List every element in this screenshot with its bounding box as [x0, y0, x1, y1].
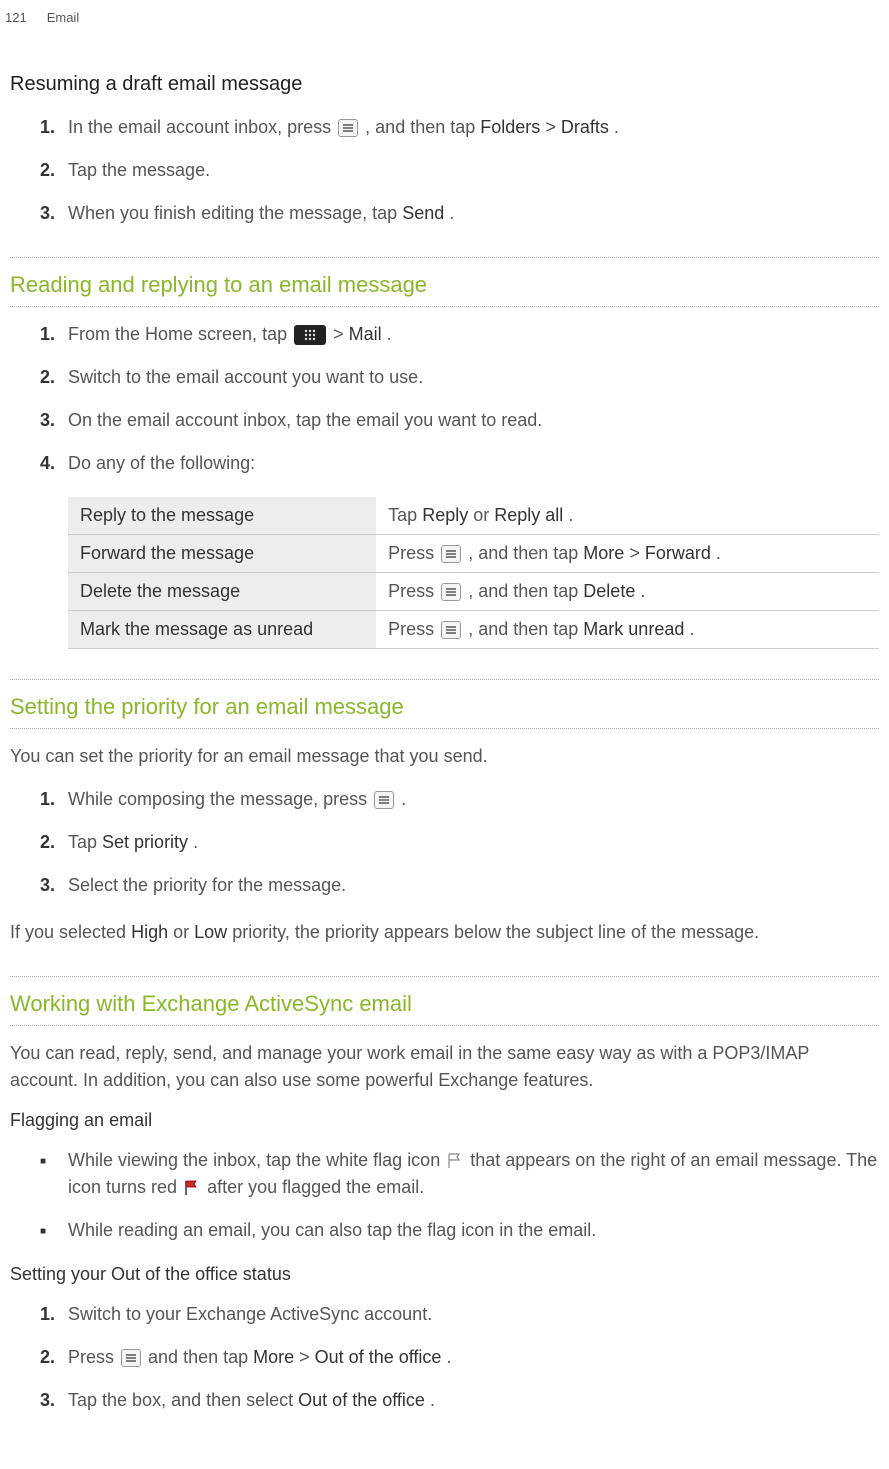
- step-marker: 3.: [40, 407, 68, 434]
- section-divider: Reading and replying to an email message: [10, 257, 879, 307]
- step-text: Do any of the following:: [68, 450, 879, 477]
- action-label: Forward the message: [68, 535, 376, 573]
- subsection-heading-out-of-office: Setting your Out of the office status: [10, 1264, 879, 1285]
- step-marker: 1.: [40, 321, 68, 348]
- step-item: 1. From the Home screen, tap > Mail .: [40, 321, 879, 348]
- step-marker: 2.: [40, 829, 68, 856]
- section-heading-activesync: Working with Exchange ActiveSync email: [10, 991, 879, 1021]
- white-flag-icon: [446, 1152, 464, 1170]
- menu-icon: [374, 791, 394, 809]
- step-item: 2. Press and then tap More > Out of the …: [40, 1344, 879, 1371]
- steps-out-of-office: 1. Switch to your Exchange ActiveSync ac…: [10, 1301, 879, 1414]
- step-text: Press and then tap More > Out of the off…: [68, 1344, 879, 1371]
- apps-icon: [294, 325, 326, 345]
- section-heading-priority: Setting the priority for an email messag…: [10, 694, 879, 724]
- action-description: Press , and then tap Mark unread .: [376, 611, 879, 649]
- step-marker: 1.: [40, 786, 68, 813]
- step-item: 2. Switch to the email account you want …: [40, 364, 879, 391]
- section-divider: Working with Exchange ActiveSync email: [10, 976, 879, 1026]
- intro-text: You can set the priority for an email me…: [10, 743, 879, 770]
- step-item: 3. On the email account inbox, tap the e…: [40, 407, 879, 434]
- menu-icon: [121, 1349, 141, 1367]
- table-row: Mark the message as unread Press , and t…: [68, 611, 879, 649]
- bullets-flagging: ■ While viewing the inbox, tap the white…: [10, 1147, 879, 1244]
- action-description: Press , and then tap More > Forward .: [376, 535, 879, 573]
- menu-icon: [338, 119, 358, 137]
- steps-priority: 1. While composing the message, press . …: [10, 786, 879, 899]
- step-item: 1. In the email account inbox, press , a…: [40, 114, 879, 141]
- step-text: In the email account inbox, press , and …: [68, 114, 879, 141]
- step-marker: 4.: [40, 450, 68, 477]
- step-text: Tap the box, and then select Out of the …: [68, 1387, 879, 1414]
- step-marker: 1.: [40, 1301, 68, 1328]
- step-item: 2. Tap the message.: [40, 157, 879, 184]
- menu-icon: [441, 545, 461, 563]
- step-text: Select the priority for the message.: [68, 872, 879, 899]
- step-marker: 3.: [40, 200, 68, 227]
- step-text: When you finish editing the message, tap…: [68, 200, 879, 227]
- step-text: Tap Set priority .: [68, 829, 879, 856]
- red-flag-icon: [183, 1179, 201, 1197]
- step-text: Tap the message.: [68, 157, 879, 184]
- section-heading-reading-replying: Reading and replying to an email message: [10, 272, 879, 302]
- steps-resuming-draft: 1. In the email account inbox, press , a…: [10, 114, 879, 227]
- step-item: 2. Tap Set priority .: [40, 829, 879, 856]
- menu-icon: [441, 583, 461, 601]
- bullet-text: While reading an email, you can also tap…: [68, 1217, 879, 1244]
- step-text: On the email account inbox, tap the emai…: [68, 407, 879, 434]
- table-row: Forward the message Press , and then tap…: [68, 535, 879, 573]
- bullet-item: ■ While viewing the inbox, tap the white…: [40, 1147, 879, 1201]
- step-item: 1. While composing the message, press .: [40, 786, 879, 813]
- page-number: 121: [5, 10, 27, 25]
- action-description: Tap Reply or Reply all .: [376, 497, 879, 535]
- step-marker: 3.: [40, 872, 68, 899]
- step-text: While composing the message, press .: [68, 786, 879, 813]
- table-row: Delete the message Press , and then tap …: [68, 573, 879, 611]
- page-header: 121 Email: [0, 10, 889, 65]
- step-marker: 1.: [40, 114, 68, 141]
- section-divider: Setting the priority for an email messag…: [10, 679, 879, 729]
- steps-reading-replying: 1. From the Home screen, tap > Mail . 2.…: [10, 321, 879, 477]
- section-heading-resuming-draft: Resuming a draft email message: [10, 73, 879, 96]
- table-row: Reply to the message Tap Reply or Reply …: [68, 497, 879, 535]
- action-label: Delete the message: [68, 573, 376, 611]
- step-item: 4. Do any of the following:: [40, 450, 879, 477]
- subsection-heading-flagging: Flagging an email: [10, 1110, 879, 1131]
- page-content: Resuming a draft email message 1. In the…: [0, 73, 889, 1414]
- bullet-marker: ■: [40, 1147, 68, 1169]
- actions-table: Reply to the message Tap Reply or Reply …: [68, 497, 879, 649]
- bullet-text: While viewing the inbox, tap the white f…: [68, 1147, 879, 1201]
- step-item: 3. When you finish editing the message, …: [40, 200, 879, 227]
- action-label: Reply to the message: [68, 497, 376, 535]
- step-item: 1. Switch to your Exchange ActiveSync ac…: [40, 1301, 879, 1328]
- step-marker: 3.: [40, 1387, 68, 1414]
- bullet-marker: ■: [40, 1217, 68, 1239]
- step-marker: 2.: [40, 364, 68, 391]
- action-label: Mark the message as unread: [68, 611, 376, 649]
- action-description: Press , and then tap Delete .: [376, 573, 879, 611]
- step-marker: 2.: [40, 157, 68, 184]
- intro-text: You can read, reply, send, and manage yo…: [10, 1040, 879, 1094]
- step-marker: 2.: [40, 1344, 68, 1371]
- header-section-title: Email: [47, 10, 80, 25]
- step-text: Switch to the email account you want to …: [68, 364, 879, 391]
- step-text: Switch to your Exchange ActiveSync accou…: [68, 1301, 879, 1328]
- bullet-item: ■ While reading an email, you can also t…: [40, 1217, 879, 1244]
- step-text: From the Home screen, tap > Mail .: [68, 321, 879, 348]
- outro-text: If you selected High or Low priority, th…: [10, 919, 879, 946]
- step-item: 3. Select the priority for the message.: [40, 872, 879, 899]
- menu-icon: [441, 621, 461, 639]
- step-item: 3. Tap the box, and then select Out of t…: [40, 1387, 879, 1414]
